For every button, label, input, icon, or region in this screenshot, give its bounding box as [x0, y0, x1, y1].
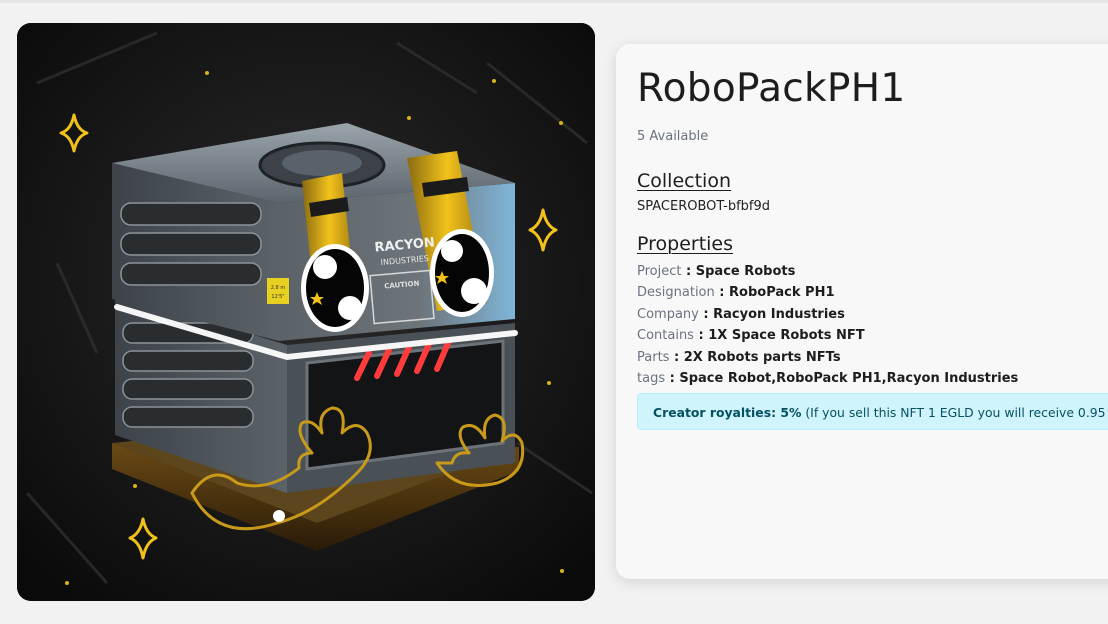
property-value: RoboPack PH1 [729, 285, 835, 301]
property-separator: : [693, 328, 709, 344]
nft-details-card: RoboPackPH1 5 Available Collection SPACE… [616, 44, 1108, 579]
property-key: Designation [637, 285, 715, 301]
property-key: tags [637, 371, 666, 387]
property-separator: : [669, 349, 684, 365]
property-value: 1X Space Robots NFT [708, 328, 865, 344]
collection-heading: Collection [637, 170, 731, 192]
royalty-label: Creator royalties: 5% [653, 405, 802, 420]
property-value: Space Robot,RoboPack PH1,Racyon Industri… [679, 371, 1019, 387]
nft-title: RoboPackPH1 [637, 66, 906, 111]
svg-text:2.8 m: 2.8 m [271, 285, 286, 291]
property-value: Space Robots [695, 264, 796, 279]
property-separator: : [698, 306, 714, 322]
property-row-contains: Contains : 1X Space Robots NFT [637, 325, 1018, 346]
property-row-parts: Parts : 2X Robots parts NFTs [637, 347, 1018, 368]
creator-royalties-alert: Creator royalties: 5% (If you sell this … [637, 393, 1108, 430]
available-count: 5 Available [637, 129, 709, 144]
property-row-designation: Designation : RoboPack PH1 [637, 282, 1018, 303]
robopack-crate-illustration: 2.8 m 12'5" RACYON INDUSTRIES CAUTION [17, 23, 595, 601]
svg-text:12'5": 12'5" [271, 294, 284, 300]
property-key: Project [637, 264, 682, 279]
property-row-company: Company : Racyon Industries [637, 304, 1018, 325]
royalty-note: (If you sell this NFT 1 EGLD you will re… [805, 405, 1108, 420]
property-value: 2X Robots parts NFTs [683, 349, 841, 365]
properties-list: Project : Space Robots Designation : Rob… [637, 261, 1018, 389]
property-row-project: Project : Space Robots [637, 261, 1018, 282]
collection-id: SPACEROBOT-bfbf9d [637, 199, 771, 214]
top-divider [0, 0, 1108, 3]
property-key: Company [637, 306, 699, 322]
property-key: Contains [637, 328, 694, 344]
properties-heading: Properties [637, 233, 734, 255]
property-row-tags: tags : Space Robot,RoboPack PH1,Racyon I… [637, 368, 1018, 389]
property-separator: : [714, 285, 730, 301]
property-value: Racyon Industries [713, 306, 845, 322]
nft-image[interactable]: 2.8 m 12'5" RACYON INDUSTRIES CAUTION [17, 23, 595, 601]
property-key: Parts [637, 349, 670, 365]
property-separator: : [665, 371, 680, 387]
property-separator: : [681, 264, 696, 279]
